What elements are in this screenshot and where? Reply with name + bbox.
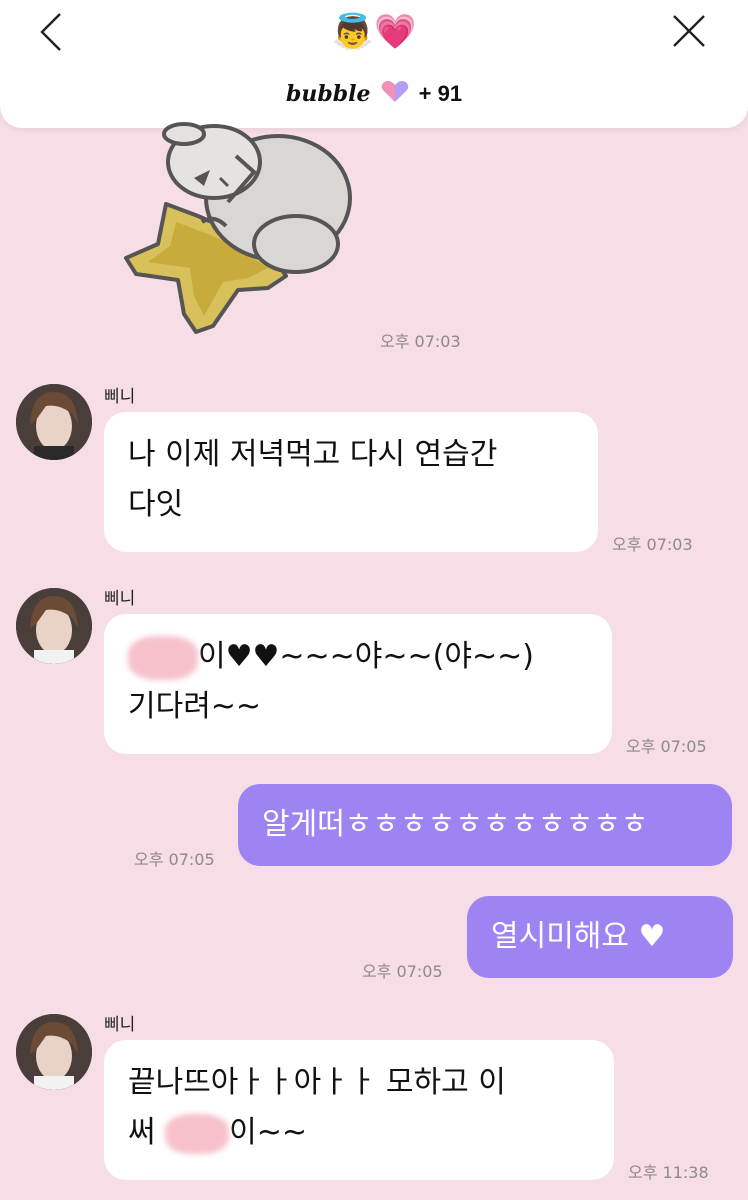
timestamp: 오후 11:38 — [628, 1163, 709, 1182]
bubble-logo: bubble — [285, 81, 371, 107]
sender-name: 삐니 — [104, 387, 136, 407]
close-button[interactable] — [664, 10, 714, 54]
message-text: 알게떠ㅎㅎㅎㅎㅎㅎㅎㅎㅎㅎㅎ — [262, 807, 649, 842]
outgoing-message-bubble[interactable]: 알게떠ㅎㅎㅎㅎㅎㅎㅎㅎㅎㅎㅎ — [238, 784, 732, 866]
bubble-heart-icon — [380, 80, 410, 108]
timestamp: 오후 07:05 — [626, 737, 707, 756]
message-text: 나 이제 저녁먹고 다시 연습간 — [128, 437, 498, 472]
outgoing-message-bubble[interactable]: 열시미해요 ♥ — [467, 896, 733, 978]
message-text: 이~~ — [229, 1115, 308, 1150]
message-text: 열시미해요 ♥ — [491, 919, 666, 954]
sender-avatar[interactable] — [16, 1014, 92, 1090]
bubble-badge: bubble + 91 — [0, 80, 748, 108]
message-text: 써 — [128, 1115, 156, 1150]
message-text: 기다려~~ — [128, 689, 262, 724]
message-text: 끝나뜨아ㅏㅏ아ㅏㅏ 모하고 이 — [128, 1065, 506, 1100]
sender-avatar[interactable] — [16, 384, 92, 460]
timestamp: 오후 07:03 — [612, 535, 693, 554]
incoming-message-bubble[interactable]: 이♥♥~~~야~~(야~~) 기다려~~ — [104, 614, 612, 754]
message-text: 다잇 — [128, 487, 184, 522]
timestamp: 오후 07:05 — [362, 962, 443, 981]
sender-name: 삐니 — [104, 1015, 136, 1035]
timestamp: 오후 07:05 — [134, 850, 215, 869]
incoming-message-bubble[interactable]: 끝나뜨아ㅏㅏ아ㅏㅏ 모하고 이 써 이~~ — [104, 1040, 614, 1180]
sender-name: 삐니 — [104, 589, 136, 609]
sender-avatar[interactable] — [16, 588, 92, 664]
subscriber-count: + 91 — [418, 81, 463, 106]
redacted-name — [128, 635, 198, 680]
timestamp: 오후 07:03 — [380, 332, 461, 351]
incoming-message-bubble[interactable]: 나 이제 저녁먹고 다시 연습간 다잇 — [104, 412, 598, 552]
chat-title: 👼💗 — [331, 12, 417, 52]
chat-header: 👼💗 bubble + 91 — [0, 0, 748, 128]
close-x-icon — [673, 15, 705, 47]
bear-star-sticker — [118, 118, 358, 340]
message-text: 이♥♥~~~야~~(야~~) — [198, 639, 534, 674]
redacted-name — [165, 1113, 230, 1154]
